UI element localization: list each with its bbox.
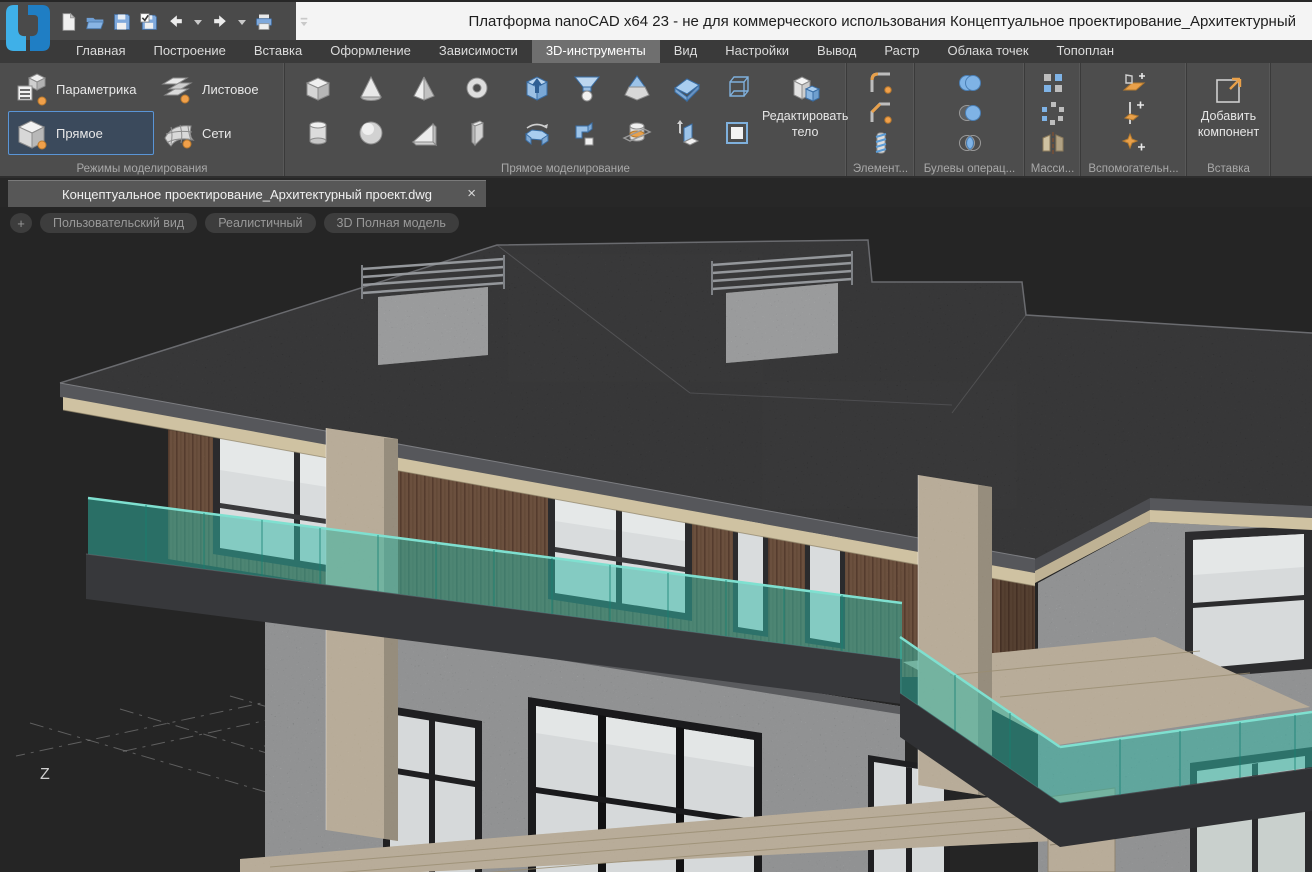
undo-caret-icon[interactable] [193, 10, 203, 34]
primitive-shell-button[interactable] [450, 110, 503, 155]
panel-label-insert: Вставка [1189, 163, 1268, 175]
tool-section-button[interactable] [612, 110, 662, 155]
mode-sheet-button[interactable]: Листовое [154, 67, 274, 111]
intersect-icon[interactable] [957, 130, 983, 156]
tab-point-clouds[interactable]: Облака точек [934, 40, 1043, 63]
work-plane-icon[interactable] [1121, 70, 1147, 96]
tool-sweep-button[interactable] [562, 110, 612, 155]
panel-auxiliary: Вспомогательн... [1081, 63, 1187, 176]
tool-loft-button[interactable] [612, 65, 662, 110]
tab-raster[interactable]: Растр [870, 40, 933, 63]
tab-topoplan[interactable]: Топоплан [1043, 40, 1128, 63]
chamfer-icon[interactable] [868, 100, 894, 126]
panel-array: Масси... [1025, 63, 1081, 176]
viewport-canvas[interactable]: Z [0, 207, 1312, 872]
save-button[interactable] [112, 10, 132, 34]
primitive-cylinder-button[interactable] [291, 110, 344, 155]
ribbon-empty-area [1271, 63, 1312, 176]
document-tab[interactable]: Концептуальное проектирование_Архитектур… [8, 180, 486, 207]
tool-push-pull-button[interactable] [512, 65, 562, 110]
tool-slab-button[interactable] [662, 65, 712, 110]
panel-label-auxiliary: Вспомогательн... [1083, 163, 1184, 175]
panel-modeling-modes: Параметрика Листовое Прямое [0, 63, 285, 176]
tool-wireframe-box-button[interactable] [712, 65, 762, 110]
mirror-icon[interactable] [1040, 130, 1066, 156]
close-icon[interactable]: × [467, 186, 476, 201]
primitive-pyramid-button[interactable] [397, 65, 450, 110]
z-axis-label: Z [40, 766, 50, 783]
undo-icon[interactable] [166, 10, 186, 34]
tab-output[interactable]: Вывод [803, 40, 870, 63]
panel-direct-modeling: Редактировать тело Прямое моделирование [285, 63, 847, 176]
panel-label-direct-modeling: Прямое моделирование [287, 163, 844, 175]
viewport[interactable]: + Пользовательский вид Реалистичный 3D П… [0, 207, 1312, 872]
direct-mode-icon [15, 116, 49, 150]
panel-boolean: Булевы операц... [915, 63, 1025, 176]
panel-label-element: Элемент... [849, 163, 912, 175]
union-icon[interactable] [957, 70, 983, 96]
ribbon: Параметрика Листовое Прямое [0, 63, 1312, 178]
tab-view[interactable]: Вид [660, 40, 712, 63]
tab-constraints[interactable]: Зависимости [425, 40, 532, 63]
tab-insert[interactable]: Вставка [240, 40, 316, 63]
rect-array-icon[interactable] [1040, 70, 1066, 96]
add-component-icon [1212, 73, 1246, 107]
primitive-sphere-button[interactable] [344, 110, 397, 155]
tool-extrude-button[interactable] [662, 110, 712, 155]
fillet-icon[interactable] [868, 70, 894, 96]
viewport-add-button[interactable]: + [10, 213, 32, 233]
work-point-icon[interactable] [1121, 130, 1147, 156]
new-file-button[interactable] [58, 10, 78, 34]
tool-taper-button[interactable] [562, 65, 612, 110]
tab-settings[interactable]: Настройки [711, 40, 803, 63]
mode-direct-button[interactable]: Прямое [8, 111, 154, 155]
subtract-icon[interactable] [957, 100, 983, 126]
polar-array-icon[interactable] [1040, 100, 1066, 126]
title-bar: Платформа nanoCAD x64 23 - не для коммер… [0, 0, 1312, 40]
tab-format[interactable]: Оформление [316, 40, 425, 63]
edit-body-icon [788, 73, 822, 107]
nanocad-window: Платформа nanoCAD x64 23 - не для коммер… [0, 0, 1312, 872]
sheet-mode-icon [161, 72, 195, 106]
document-tab-label: Концептуальное проектирование_Архитектур… [62, 187, 432, 202]
ribbon-tab-bar: Главная Построение Вставка Оформление За… [0, 40, 1312, 63]
visual-style-pill[interactable]: Реалистичный [205, 213, 315, 233]
panel-element: Элемент... [847, 63, 915, 176]
tool-face-button[interactable] [712, 110, 762, 155]
column-left-shade [384, 438, 398, 841]
thread-icon[interactable] [868, 130, 894, 156]
add-component-button[interactable]: Добавить компонент [1187, 63, 1270, 140]
panel-insert: Добавить компонент Вставка [1187, 63, 1271, 176]
primitive-torus-button[interactable] [450, 65, 503, 110]
tab-home[interactable]: Главная [62, 40, 139, 63]
open-file-button[interactable] [85, 10, 105, 34]
document-tab-bar: Концептуальное проектирование_Архитектур… [0, 178, 1312, 207]
upper-right-window[interactable] [1185, 525, 1312, 679]
panel-label-array: Масси... [1027, 163, 1078, 175]
primitive-cone-button[interactable] [344, 65, 397, 110]
redo-icon[interactable] [210, 10, 230, 34]
edit-body-button[interactable]: Редактировать тело [762, 65, 848, 176]
print-button[interactable] [254, 10, 274, 34]
panel-label-modeling-modes: Режимы моделирования [2, 163, 282, 175]
panel-label-boolean: Булевы операц... [917, 163, 1022, 175]
mode-parametric-button[interactable]: Параметрика [8, 67, 154, 111]
parametric-mode-icon [15, 72, 49, 106]
model-state-pill[interactable]: 3D Полная модель [324, 213, 459, 233]
mesh-mode-icon [161, 116, 195, 150]
primitive-wedge-button[interactable] [397, 110, 450, 155]
tab-3d-tools[interactable]: 3D-инструменты [532, 40, 660, 63]
primitive-box-button[interactable] [291, 65, 344, 110]
window-title: Платформа nanoCAD x64 23 - не для коммер… [300, 2, 1296, 42]
view-name-pill[interactable]: Пользовательский вид [40, 213, 197, 233]
nanocad-logo[interactable] [4, 3, 52, 53]
mode-mesh-button[interactable]: Сети [154, 111, 274, 155]
viewport-controls: + Пользовательский вид Реалистичный 3D П… [10, 213, 459, 233]
tab-draw[interactable]: Построение [139, 40, 239, 63]
save-all-button[interactable] [139, 10, 159, 34]
work-axis-icon[interactable] [1121, 100, 1147, 126]
tool-revolve-button[interactable] [512, 110, 562, 155]
redo-caret-icon[interactable] [237, 10, 247, 34]
